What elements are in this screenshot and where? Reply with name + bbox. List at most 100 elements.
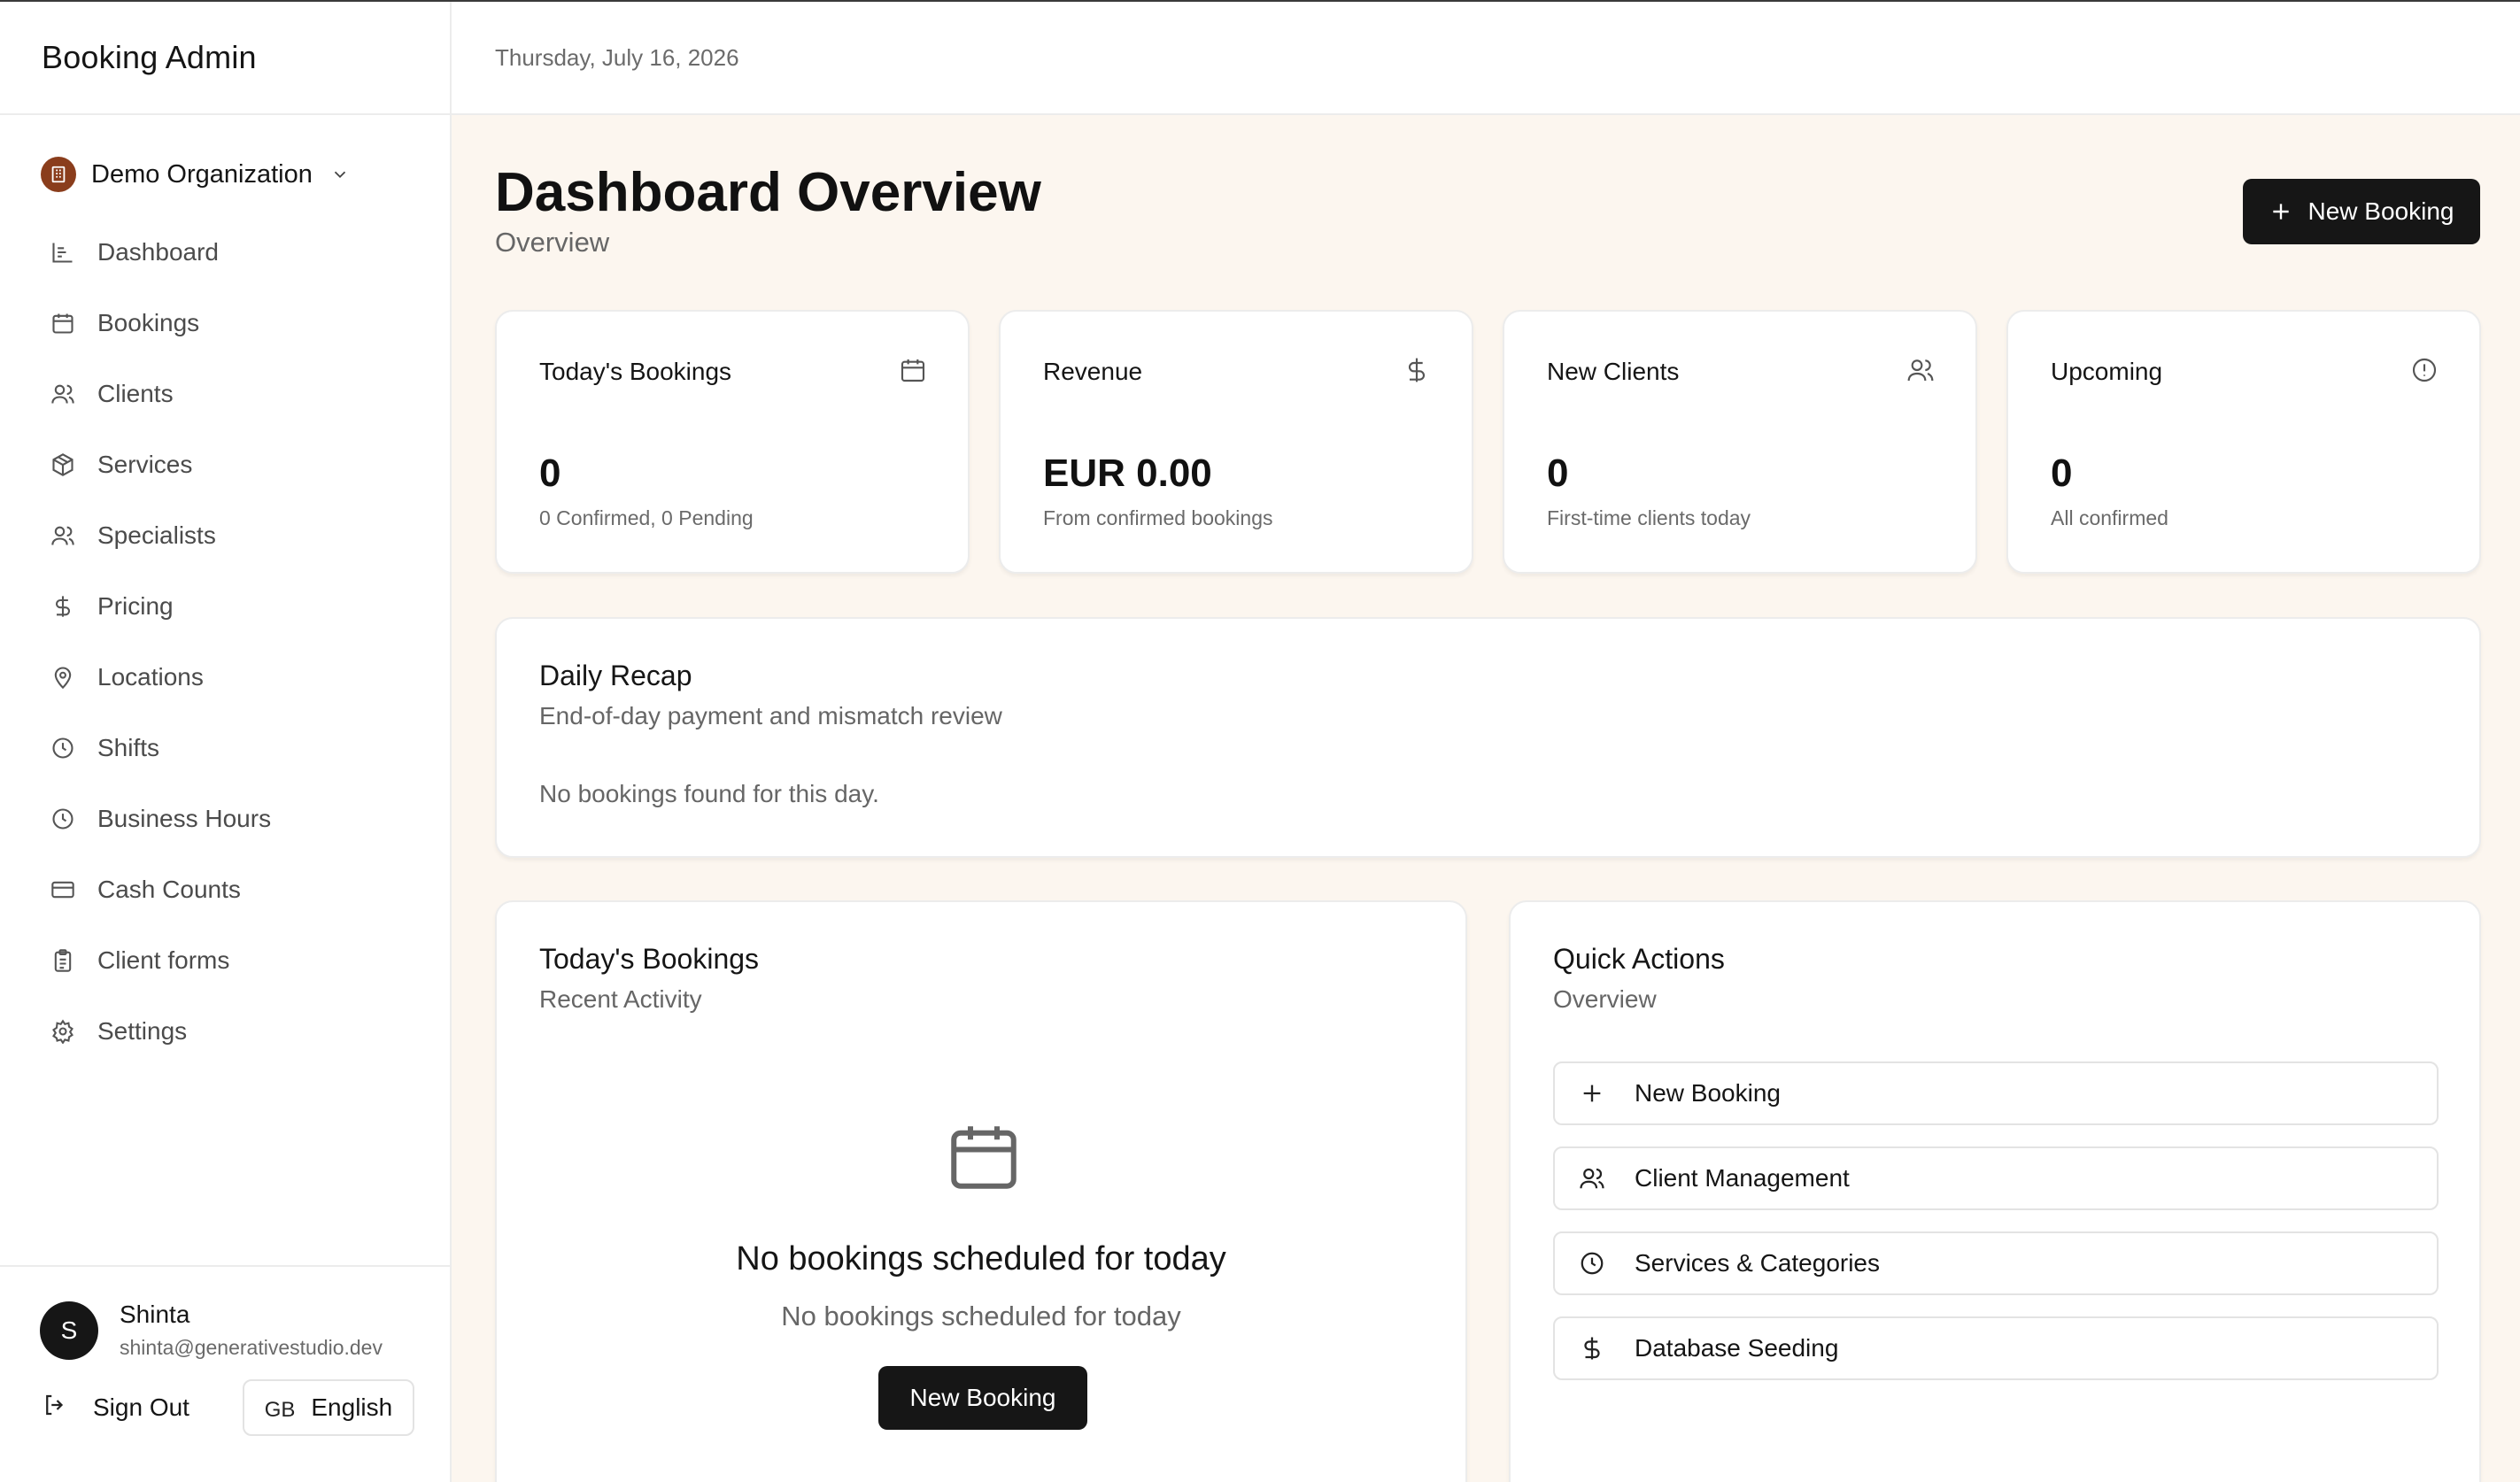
sidebar-item-settings[interactable]: Settings bbox=[0, 996, 450, 1067]
dollar-icon bbox=[1578, 1334, 1606, 1362]
package-icon bbox=[50, 452, 76, 478]
sidebar-item-label: Business Hours bbox=[97, 805, 272, 832]
quick-action-client-management[interactable]: Client Management bbox=[1553, 1146, 2439, 1210]
sign-out-label: Sign Out bbox=[93, 1393, 189, 1421]
stat-card-new-clients: New Clients 0 First-time clients today bbox=[1503, 310, 1977, 574]
quick-action-new-booking[interactable]: New Booking bbox=[1553, 1061, 2439, 1125]
sidebar-item-services[interactable]: Services bbox=[0, 429, 450, 500]
stat-card-revenue: Revenue EUR 0.00 From confirmed bookings bbox=[999, 310, 1473, 574]
stat-description: From confirmed bookings bbox=[1043, 506, 1273, 529]
new-booking-button[interactable]: New Booking bbox=[2243, 179, 2480, 244]
sidebar-item-clients[interactable]: Clients bbox=[0, 359, 450, 429]
section-subtitle: Overview bbox=[1553, 985, 1657, 1013]
sidebar-item-label: Locations bbox=[97, 663, 204, 691]
current-date: Thursday, July 16, 2026 bbox=[495, 43, 739, 71]
calendar-icon bbox=[944, 1115, 1024, 1198]
sidebar-item-client-forms[interactable]: Client forms bbox=[0, 925, 450, 996]
sidebar-item-label: Clients bbox=[97, 380, 174, 407]
users-icon bbox=[1578, 1164, 1606, 1193]
sidebar-item-shifts[interactable]: Shifts bbox=[0, 713, 450, 783]
quick-action-database-seeding[interactable]: Database Seeding bbox=[1553, 1316, 2439, 1380]
sidebar: Booking Admin Demo Organization Dashboar… bbox=[0, 2, 452, 1482]
plus-icon bbox=[2269, 200, 2292, 223]
quick-actions-card: Quick Actions Overview New Booking Clien… bbox=[1509, 900, 2481, 1482]
stat-title: Upcoming bbox=[2051, 358, 2163, 385]
section-subtitle: End-of-day payment and mismatch review bbox=[539, 702, 1002, 729]
app-brand: Booking Admin bbox=[0, 2, 450, 115]
empty-state-subtitle: No bookings scheduled for today bbox=[781, 1301, 1181, 1331]
stat-description: First-time clients today bbox=[1547, 506, 1751, 529]
credit-card-icon bbox=[50, 876, 76, 903]
sidebar-item-label: Bookings bbox=[97, 309, 200, 336]
page-title: Dashboard Overview bbox=[495, 162, 1041, 223]
stat-card-todays-bookings: Today's Bookings 0 0 Confirmed, 0 Pendin… bbox=[495, 310, 970, 574]
stat-title: Revenue bbox=[1043, 358, 1143, 385]
sidebar-item-business-hours[interactable]: Business Hours bbox=[0, 783, 450, 854]
stat-card-upcoming: Upcoming 0 All confirmed bbox=[2006, 310, 2481, 574]
building-icon bbox=[41, 157, 76, 192]
empty-state-title: No bookings scheduled for today bbox=[736, 1240, 1226, 1277]
clock-icon bbox=[50, 806, 76, 832]
users-icon bbox=[1906, 356, 1935, 384]
stat-title: New Clients bbox=[1547, 358, 1680, 385]
section-title: Quick Actions bbox=[1553, 943, 1725, 975]
sidebar-item-label: Dashboard bbox=[97, 238, 219, 266]
stat-value: 0 bbox=[1547, 452, 1569, 495]
language-label: English bbox=[311, 1393, 393, 1421]
section-title: Today's Bookings bbox=[539, 943, 760, 975]
clock-icon bbox=[1578, 1249, 1606, 1277]
chevron-down-icon bbox=[330, 165, 350, 184]
sidebar-item-locations[interactable]: Locations bbox=[0, 642, 450, 713]
sign-out-button[interactable]: Sign Out bbox=[42, 1392, 189, 1424]
sidebar-item-label: Shifts bbox=[97, 734, 160, 761]
page-subtitle: Overview bbox=[495, 227, 610, 258]
sidebar-item-label: Services bbox=[97, 451, 193, 478]
daily-recap-card: Daily Recap End-of-day payment and misma… bbox=[495, 617, 2481, 858]
sidebar-item-bookings[interactable]: Bookings bbox=[0, 288, 450, 359]
avatar: S bbox=[40, 1301, 98, 1360]
clock-icon bbox=[50, 735, 76, 761]
quick-action-label: Database Seeding bbox=[1635, 1334, 1839, 1362]
plus-icon bbox=[1578, 1079, 1606, 1108]
sidebar-item-label: Client forms bbox=[97, 946, 230, 974]
sidebar-item-label: Settings bbox=[97, 1017, 188, 1045]
alert-circle-icon bbox=[2410, 356, 2439, 384]
sidebar-item-label: Cash Counts bbox=[97, 876, 241, 903]
stat-description: All confirmed bbox=[2051, 506, 2168, 529]
stat-description: 0 Confirmed, 0 Pending bbox=[539, 506, 754, 529]
sidebar-item-cash-counts[interactable]: Cash Counts bbox=[0, 854, 450, 925]
gear-icon bbox=[50, 1018, 76, 1045]
calendar-icon bbox=[50, 310, 76, 336]
organization-switcher[interactable]: Demo Organization bbox=[41, 144, 450, 205]
sidebar-item-specialists[interactable]: Specialists bbox=[0, 500, 450, 571]
quick-action-label: Services & Categories bbox=[1635, 1249, 1881, 1277]
language-selector[interactable]: GB English bbox=[242, 1379, 414, 1436]
users-icon bbox=[50, 522, 76, 549]
main-content: Dashboard Overview Overview New Booking … bbox=[452, 115, 2520, 1482]
empty-message: No bookings found for this day. bbox=[539, 780, 879, 807]
new-booking-label: New Booking bbox=[2307, 197, 2454, 225]
map-pin-icon bbox=[50, 664, 76, 691]
stat-title: Today's Bookings bbox=[539, 358, 732, 385]
stat-value: 0 bbox=[2051, 452, 2073, 495]
dollar-icon bbox=[50, 593, 76, 620]
sidebar-item-label: Specialists bbox=[97, 521, 216, 549]
sidebar-item-pricing[interactable]: Pricing bbox=[0, 571, 450, 642]
stat-value: EUR 0.00 bbox=[1043, 452, 1212, 495]
clipboard-icon bbox=[50, 947, 76, 974]
sidebar-item-dashboard[interactable]: Dashboard bbox=[0, 217, 450, 288]
users-icon bbox=[50, 381, 76, 407]
section-subtitle: Recent Activity bbox=[539, 985, 702, 1013]
section-title: Daily Recap bbox=[539, 660, 692, 691]
log-out-icon bbox=[42, 1392, 68, 1424]
empty-state-new-booking-button[interactable]: New Booking bbox=[878, 1366, 1087, 1430]
todays-bookings-card: Today's Bookings Recent Activity No book… bbox=[495, 900, 1467, 1482]
user-panel: S Shinta shinta@generativestudio.dev Sig… bbox=[0, 1265, 450, 1482]
quick-action-services-categories[interactable]: Services & Categories bbox=[1553, 1231, 2439, 1295]
quick-action-label: Client Management bbox=[1635, 1164, 1850, 1192]
stat-value: 0 bbox=[539, 452, 561, 495]
top-bar: Thursday, July 16, 2026 bbox=[452, 2, 2520, 115]
user-name: Shinta bbox=[120, 1301, 190, 1328]
quick-action-label: New Booking bbox=[1635, 1079, 1781, 1107]
user-profile[interactable]: S Shinta shinta@generativestudio.dev bbox=[0, 1267, 450, 1360]
